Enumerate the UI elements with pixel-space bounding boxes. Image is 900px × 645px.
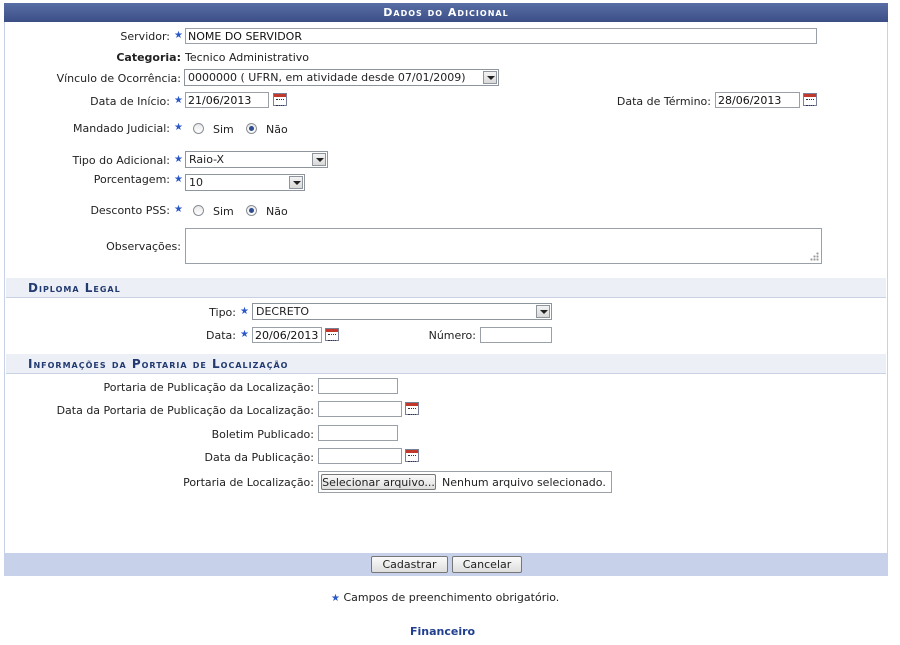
required-star-icon: ★ [174,30,183,41]
boletim-label: Boletim Publicado: [211,428,314,441]
diploma-section-header: Diploma Legal [6,278,886,298]
required-star-icon: ★ [331,593,340,604]
calendar-icon[interactable] [405,402,419,415]
required-star-icon: ★ [240,306,249,317]
resize-grip-icon[interactable] [810,252,819,261]
calendar-icon[interactable] [273,93,287,106]
calendar-icon[interactable] [325,328,339,341]
chevron-down-icon [289,176,303,189]
required-star-icon: ★ [174,174,183,185]
mandado-sim-label: Sim [213,123,234,136]
data-inicio-label: Data de Início: [90,95,170,108]
financeiro-link[interactable]: Financeiro [410,625,475,638]
select-file-button[interactable]: Selecionar arquivo... [321,474,436,490]
boletim-input[interactable] [318,425,398,441]
categoria-value: Tecnico Administrativo [185,51,309,64]
diploma-data-label: Data: [206,329,236,342]
arquivo-label: Portaria de Localização: [183,476,314,489]
mandado-nao-radio[interactable] [246,123,257,134]
data-termino-label: Data de Término: [616,95,711,108]
servidor-label: Servidor: [120,30,170,43]
observacoes-label: Observações: [106,240,181,253]
categoria-label: Categoria: [116,51,181,64]
data-termino-input[interactable] [715,92,800,108]
diploma-numero-input[interactable] [480,327,552,343]
required-star-icon: ★ [174,122,183,133]
mandado-sim-radio[interactable] [193,123,204,134]
data-portaria-label: Data da Portaria de Publicação da Locali… [56,404,314,417]
porcentagem-label: Porcentagem: [93,173,170,186]
mandado-label: Mandado Judicial: [73,122,170,135]
vinculo-label: Vínculo de Ocorrência: [56,72,181,85]
required-star-icon: ★ [174,95,183,106]
diploma-tipo-select[interactable]: DECRETO [252,303,552,320]
portaria-section-header: Informações da Portaria de Localização [6,354,886,374]
required-star-icon: ★ [174,204,183,215]
pss-nao-label: Não [266,205,288,218]
calendar-icon[interactable] [803,93,817,106]
required-star-icon: ★ [174,154,183,165]
desconto-pss-label: Desconto PSS: [90,204,170,217]
chevron-down-icon [483,71,497,84]
data-publicacao-input[interactable] [318,448,402,464]
data-portaria-input[interactable] [318,401,402,417]
servidor-input[interactable] [185,28,817,44]
required-note: ★ Campos de preenchimento obrigatório. [331,591,560,604]
vinculo-select[interactable]: 0000000 ( UFRN, em atividade desde 07/01… [184,69,499,86]
portaria-publicacao-label: Portaria de Publicação da Localização: [103,381,314,394]
file-upload-field[interactable]: Selecionar arquivo... Nenhum arquivo sel… [318,471,612,493]
pss-nao-radio[interactable] [246,205,257,216]
porcentagem-select[interactable]: 10 [185,174,305,191]
chevron-down-icon [312,153,326,166]
pss-sim-label: Sim [213,205,234,218]
diploma-data-input[interactable] [252,327,322,343]
diploma-tipo-label: Tipo: [209,306,236,319]
tipo-adicional-select[interactable]: Raio-X [185,151,328,168]
mandado-nao-label: Não [266,123,288,136]
chevron-down-icon [536,305,550,318]
portaria-publicacao-input[interactable] [318,378,398,394]
observacoes-textarea[interactable] [185,228,822,264]
tipo-adicional-label: Tipo do Adicional: [72,154,170,167]
form-title: Dados do Adicional [4,3,888,22]
calendar-icon[interactable] [405,449,419,462]
cadastrar-button[interactable]: Cadastrar [371,556,448,573]
cancelar-button[interactable]: Cancelar [452,556,522,573]
required-star-icon: ★ [240,329,249,340]
pss-sim-radio[interactable] [193,205,204,216]
file-status: Nenhum arquivo selecionado. [442,476,606,489]
diploma-numero-label: Número: [428,329,476,342]
data-inicio-input[interactable] [185,92,269,108]
data-publicacao-label: Data da Publicação: [204,451,314,464]
